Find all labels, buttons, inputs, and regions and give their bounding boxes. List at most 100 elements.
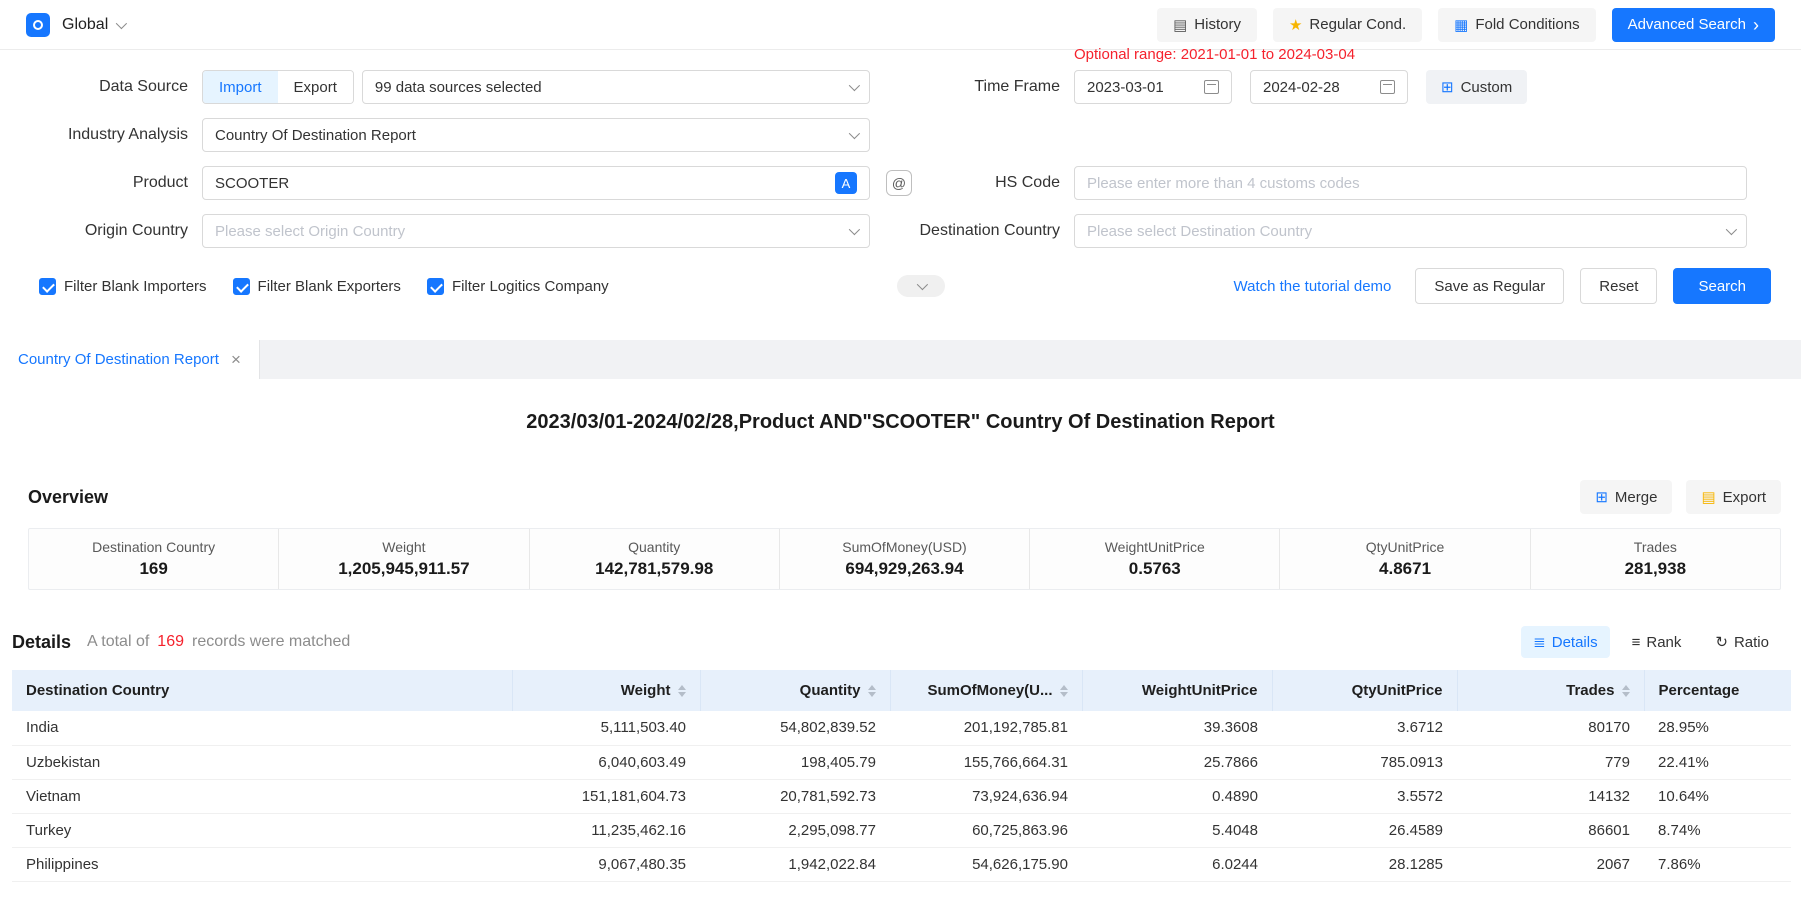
column-header-label: Percentage — [1659, 682, 1740, 699]
report-content: 2023/03/01-2024/02/28,Product AND"SCOOTE… — [0, 411, 1801, 882]
merge-button[interactable]: ⊞ Merge — [1580, 480, 1672, 514]
view-rank-button[interactable]: ≡ Rank — [1620, 626, 1694, 658]
table-cell: 73,924,636.94 — [890, 779, 1082, 813]
details-title: Details — [12, 632, 71, 653]
stat-label: Destination Country — [92, 539, 215, 555]
start-date-input[interactable]: 2023-03-01 — [1074, 70, 1232, 104]
fold-conditions-button[interactable]: ▦ Fold Conditions — [1438, 8, 1595, 42]
industry-analysis-select[interactable]: Country Of Destination Report — [202, 118, 870, 152]
product-label: Product — [28, 174, 188, 192]
column-header: WeightUnitPrice — [1082, 670, 1272, 711]
table-cell: 6.0244 — [1082, 847, 1272, 881]
checkbox-label: Filter Blank Exporters — [258, 278, 401, 295]
tab-country-of-destination-report[interactable]: Country Of Destination Report × — [0, 340, 260, 379]
column-header-label: Weight — [621, 682, 671, 699]
checkbox-icon[interactable] — [39, 278, 56, 295]
column-header[interactable]: Weight — [512, 670, 700, 711]
advanced-search-label: Advanced Search — [1628, 16, 1746, 33]
table-cell: 26.4589 — [1272, 813, 1457, 847]
table-row[interactable]: Turkey11,235,462.162,295,098.7760,725,86… — [12, 813, 1791, 847]
sort-up-caret — [1060, 685, 1068, 690]
view-details-label: Details — [1552, 634, 1598, 651]
close-icon[interactable]: × — [231, 351, 241, 368]
region-selector[interactable]: Global — [62, 16, 124, 34]
stat-trades: Trades281,938 — [1530, 529, 1780, 589]
table-cell: 25.7866 — [1082, 745, 1272, 779]
table-cell: 60,725,863.96 — [890, 813, 1082, 847]
table-cell: 151,181,604.73 — [512, 779, 700, 813]
checkbox-icon[interactable] — [233, 278, 250, 295]
filter-checkbox-filter-blank-exporters[interactable]: Filter Blank Exporters — [233, 278, 401, 295]
import-toggle-button[interactable]: Import — [203, 71, 278, 103]
end-date-input[interactable]: 2024-02-28 — [1250, 70, 1408, 104]
view-ratio-button[interactable]: ↻ Ratio — [1703, 626, 1781, 658]
table-cell: 5,111,503.40 — [512, 711, 700, 745]
origin-country-placeholder: Please select Origin Country — [215, 223, 405, 240]
column-header[interactable]: Quantity — [700, 670, 890, 711]
table-cell: 5.4048 — [1082, 813, 1272, 847]
table-cell: 785.0913 — [1272, 745, 1457, 779]
sort-icon[interactable] — [1622, 685, 1630, 697]
start-date-value: 2023-03-01 — [1087, 79, 1164, 96]
region-label: Global — [62, 16, 108, 34]
table-cell: 11,235,462.16 — [512, 813, 700, 847]
sort-icon[interactable] — [868, 685, 876, 697]
column-header[interactable]: Trades — [1457, 670, 1644, 711]
chevron-right-icon: › — [1753, 16, 1759, 34]
matched-count: 169 — [157, 633, 184, 651]
reset-button[interactable]: Reset — [1580, 268, 1657, 304]
column-header-label: QtyUnitPrice — [1352, 682, 1443, 699]
table-row[interactable]: Philippines9,067,480.351,942,022.8454,62… — [12, 847, 1791, 881]
sort-icon[interactable] — [1060, 685, 1068, 697]
chevron-down-icon — [917, 279, 928, 290]
table-cell: Vietnam — [12, 779, 512, 813]
column-header[interactable]: SumOfMoney(U... — [890, 670, 1082, 711]
stat-label: Trades — [1634, 539, 1677, 555]
checkbox-icon[interactable] — [427, 278, 444, 295]
stat-value: 1,205,945,911.57 — [338, 559, 469, 579]
stat-value: 694,929,263.94 — [845, 559, 963, 579]
at-icon[interactable]: @ — [886, 170, 912, 196]
hs-code-input[interactable] — [1074, 166, 1747, 200]
data-source-select[interactable]: 99 data sources selected — [362, 70, 870, 104]
table-cell: 2,295,098.77 — [700, 813, 890, 847]
table-cell: 9,067,480.35 — [512, 847, 700, 881]
filter-checkbox-filter-blank-importers[interactable]: Filter Blank Importers — [39, 278, 207, 295]
view-rank-label: Rank — [1646, 634, 1681, 651]
table-row[interactable]: Vietnam151,181,604.7320,781,592.7373,924… — [12, 779, 1791, 813]
history-button[interactable]: ▤ History — [1157, 8, 1257, 42]
table-row[interactable]: India5,111,503.4054,802,839.52201,192,78… — [12, 711, 1791, 745]
table-cell: 8.74% — [1644, 813, 1791, 847]
table-row[interactable]: Uzbekistan6,040,603.49198,405.79155,766,… — [12, 745, 1791, 779]
data-source-value: 99 data sources selected — [375, 79, 542, 96]
translate-icon[interactable]: A — [835, 172, 857, 194]
origin-country-select[interactable]: Please select Origin Country — [202, 214, 870, 248]
product-input[interactable] — [215, 167, 835, 199]
column-header-label: Quantity — [800, 682, 861, 699]
table-cell: India — [12, 711, 512, 745]
table-cell: 201,192,785.81 — [890, 711, 1082, 745]
collapse-conditions-button[interactable] — [897, 275, 945, 297]
export-toggle-button[interactable]: Export — [278, 71, 353, 103]
product-input-box: A — [202, 166, 870, 200]
custom-range-button[interactable]: ⊞ Custom — [1426, 70, 1527, 104]
save-as-regular-button[interactable]: Save as Regular — [1415, 268, 1564, 304]
stat-label: Quantity — [628, 539, 680, 555]
report-title: 2023/03/01-2024/02/28,Product AND"SCOOTE… — [0, 411, 1801, 434]
search-form: Data Source Import Export 99 data source… — [0, 50, 1801, 340]
view-details-button[interactable]: ≣ Details — [1521, 626, 1609, 658]
destination-country-select[interactable]: Please select Destination Country — [1074, 214, 1747, 248]
search-button[interactable]: Search — [1673, 268, 1771, 304]
history-icon: ▤ — [1173, 16, 1187, 34]
regular-cond-button[interactable]: ★ Regular Cond. — [1273, 8, 1422, 42]
sort-icon[interactable] — [678, 685, 686, 697]
filter-checkbox-filter-logitics-company[interactable]: Filter Logitics Company — [427, 278, 609, 295]
advanced-search-button[interactable]: Advanced Search › — [1612, 8, 1775, 42]
time-frame-label: Time Frame — [870, 78, 1060, 96]
export-button[interactable]: ▤ Export — [1686, 480, 1781, 514]
filter-checkbox-group: Filter Blank Importers Filter Blank Expor… — [39, 278, 609, 295]
table-cell: 198,405.79 — [700, 745, 890, 779]
tab-bar: Country Of Destination Report × — [0, 340, 1801, 379]
checkbox-label: Filter Logitics Company — [452, 278, 609, 295]
tutorial-link[interactable]: Watch the tutorial demo — [1234, 278, 1392, 295]
